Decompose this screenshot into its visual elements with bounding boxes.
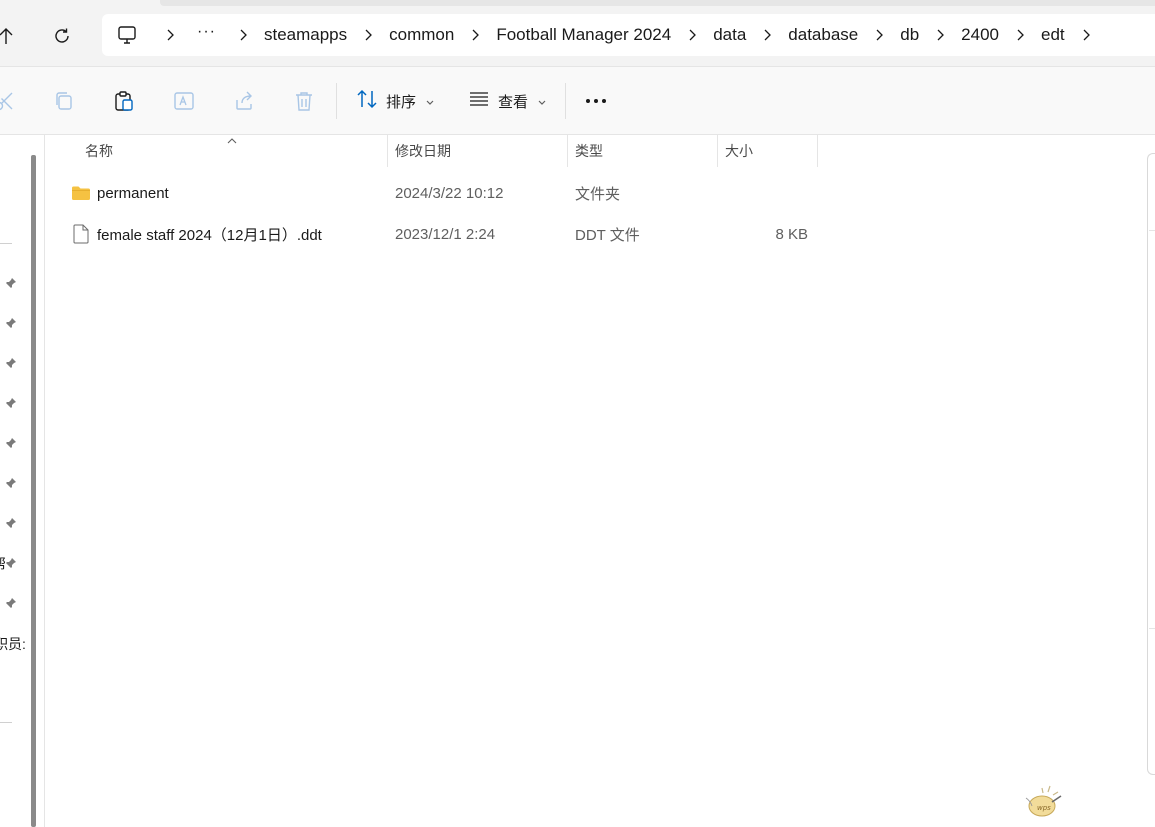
- computer-icon[interactable]: [116, 24, 138, 46]
- breadcrumb-overflow[interactable]: ···: [197, 24, 216, 40]
- pin-icon[interactable]: [4, 516, 18, 530]
- sort-button[interactable]: 排序: [356, 87, 434, 115]
- chevron-right-icon[interactable]: [238, 28, 248, 42]
- pin-icon[interactable]: [4, 596, 18, 610]
- nav-divider: [0, 243, 12, 244]
- share-icon[interactable]: [232, 89, 256, 113]
- file-row[interactable]: female staff 2024（12月1日）.ddt 2023/12/1 2…: [65, 214, 825, 254]
- column-divider[interactable]: [717, 135, 718, 167]
- toolbar-divider: [336, 83, 337, 119]
- refresh-icon[interactable]: [48, 22, 76, 50]
- breadcrumb-item-2400[interactable]: 2400: [956, 25, 1004, 45]
- breadcrumb-item-common[interactable]: common: [384, 25, 459, 45]
- address-bar-row: ··· steamapps common Football Manager 20…: [0, 0, 1155, 67]
- column-header-type[interactable]: 类型: [575, 135, 715, 167]
- breadcrumb[interactable]: ··· steamapps common Football Manager 20…: [102, 14, 1155, 56]
- folder-icon: [71, 183, 91, 203]
- cut-icon[interactable]: [0, 89, 16, 113]
- chevron-right-icon[interactable]: [1015, 28, 1025, 42]
- window-top-edge: [160, 0, 1155, 6]
- wps-logo-text: wps: [1037, 804, 1051, 812]
- column-header-modified[interactable]: 修改日期: [395, 135, 565, 167]
- column-divider[interactable]: [387, 135, 388, 167]
- chevron-down-icon: [538, 93, 546, 110]
- pin-icon[interactable]: [4, 556, 18, 570]
- view-list-icon: [468, 91, 490, 111]
- file-row[interactable]: permanent 2024/3/22 10:12 文件夹: [65, 173, 825, 213]
- column-header-size[interactable]: 大小: [725, 135, 815, 167]
- breadcrumb-item-database[interactable]: database: [783, 25, 863, 45]
- pin-icon[interactable]: [4, 356, 18, 370]
- paste-icon[interactable]: [112, 89, 136, 113]
- sort-icon: [356, 89, 378, 113]
- nav-item-fragment[interactable]: 职员:: [0, 634, 26, 654]
- view-label: 查看: [498, 93, 529, 111]
- sort-label: 排序: [386, 93, 417, 111]
- nav-item-fragment[interactable]: 帮: [0, 554, 6, 574]
- delete-icon[interactable]: [292, 89, 316, 113]
- pin-icon[interactable]: [4, 396, 18, 410]
- nav-pane-scrollbar[interactable]: [31, 155, 36, 827]
- column-divider[interactable]: [567, 135, 568, 167]
- chevron-right-icon[interactable]: [935, 28, 945, 42]
- file-list: 名称 修改日期 类型 大小 permanent 2024/3/22 10:12 …: [45, 135, 1145, 827]
- more-options-button[interactable]: [584, 92, 608, 110]
- breadcrumb-item-edt[interactable]: edt: [1036, 25, 1070, 45]
- up-arrow-icon[interactable]: [0, 23, 16, 49]
- nav-divider: [0, 722, 12, 723]
- breadcrumb-item-db[interactable]: db: [895, 25, 924, 45]
- pin-icon[interactable]: [4, 276, 18, 290]
- file-name-cell: permanent: [71, 173, 169, 213]
- toolbar-divider: [565, 83, 566, 119]
- breadcrumb-item-data[interactable]: data: [708, 25, 751, 45]
- file-modified: 2023/12/1 2:24: [395, 225, 496, 243]
- chevron-down-icon: [426, 93, 434, 110]
- column-header-name[interactable]: 名称: [85, 135, 385, 167]
- pin-icon[interactable]: [4, 476, 18, 490]
- file-name-cell: female staff 2024（12月1日）.ddt: [71, 214, 322, 254]
- file-type: 文件夹: [575, 185, 621, 203]
- column-divider[interactable]: [817, 135, 818, 167]
- file-name: permanent: [97, 184, 169, 202]
- chevron-right-icon[interactable]: [687, 28, 697, 42]
- details-pane-divider: [1149, 230, 1155, 231]
- breadcrumb-item-football-manager[interactable]: Football Manager 2024: [491, 25, 676, 45]
- file-icon: [71, 224, 91, 244]
- view-button[interactable]: 查看: [468, 87, 546, 115]
- wps-logo: wps: [1022, 784, 1064, 820]
- copy-icon[interactable]: [52, 89, 76, 113]
- chevron-right-icon[interactable]: [874, 28, 884, 42]
- file-name: female staff 2024（12月1日）.ddt: [97, 226, 322, 244]
- file-size: [725, 173, 808, 213]
- details-pane-edge: [1147, 153, 1155, 775]
- file-modified: 2024/3/22 10:12: [395, 184, 504, 202]
- chevron-right-icon[interactable]: [470, 28, 480, 42]
- file-type: DDT 文件: [575, 226, 640, 244]
- file-size: 8 KB: [775, 225, 808, 243]
- rename-icon[interactable]: [172, 89, 196, 113]
- command-bar: 排序 查看: [0, 67, 1155, 135]
- chevron-right-icon[interactable]: [165, 28, 175, 42]
- pin-icon[interactable]: [4, 316, 18, 330]
- chevron-right-icon[interactable]: [762, 28, 772, 42]
- chevron-right-icon[interactable]: [363, 28, 373, 42]
- chevron-right-icon[interactable]: [1081, 28, 1091, 42]
- breadcrumb-item-steamapps[interactable]: steamapps: [259, 25, 352, 45]
- details-pane-divider: [1149, 628, 1155, 629]
- pin-icon[interactable]: [4, 436, 18, 450]
